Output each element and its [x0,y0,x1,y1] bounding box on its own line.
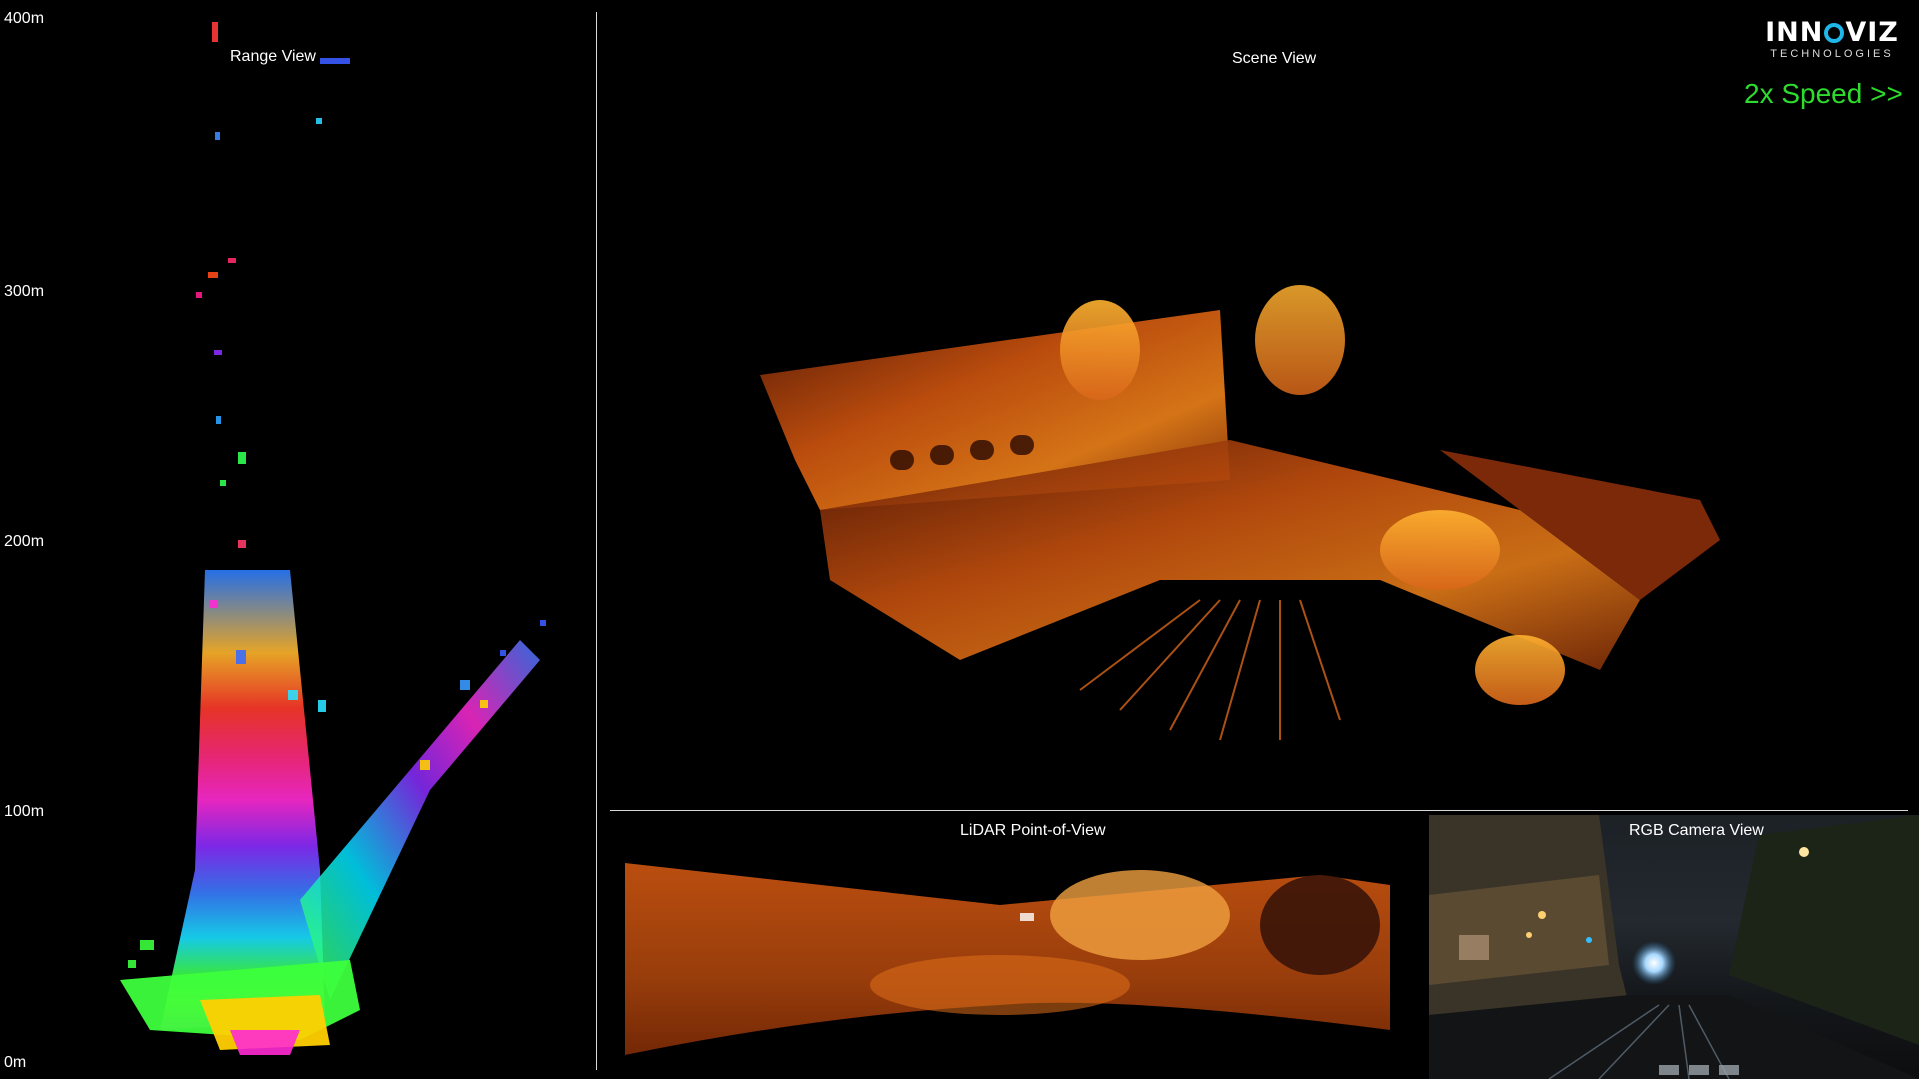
panel-divider-horizontal [610,810,1908,811]
range-view-title: Range View [230,48,316,65]
rgb-camera-panel: RGB Camera View [1429,815,1919,1079]
logo-wordmark: INN VIZ [1765,17,1899,48]
logo-subtext: TECHNOLOGIES [1770,48,1894,60]
playback-speed-indicator: 2x Speed >> [1744,78,1903,109]
rgb-camera-image [1429,815,1919,1079]
innoviz-logo: INN VIZ TECHNOLOGIES [1762,17,1902,61]
rgb-camera-title: RGB Camera View [1629,822,1764,839]
lidar-pov-title: LiDAR Point-of-View [960,822,1106,839]
lidar-demo-screen: 400m 300m 200m 100m 0m Range View Scene … [0,0,1919,1079]
range-point-cloud [120,22,546,1055]
scene-view-title: Scene View [1232,50,1317,67]
scene-point-cloud [760,285,1720,741]
range-view-panel: 400m 300m 200m 100m 0m Range View [0,0,596,1079]
lidar-pov-point-cloud [625,863,1390,1055]
panel-divider-vertical [596,12,597,1070]
